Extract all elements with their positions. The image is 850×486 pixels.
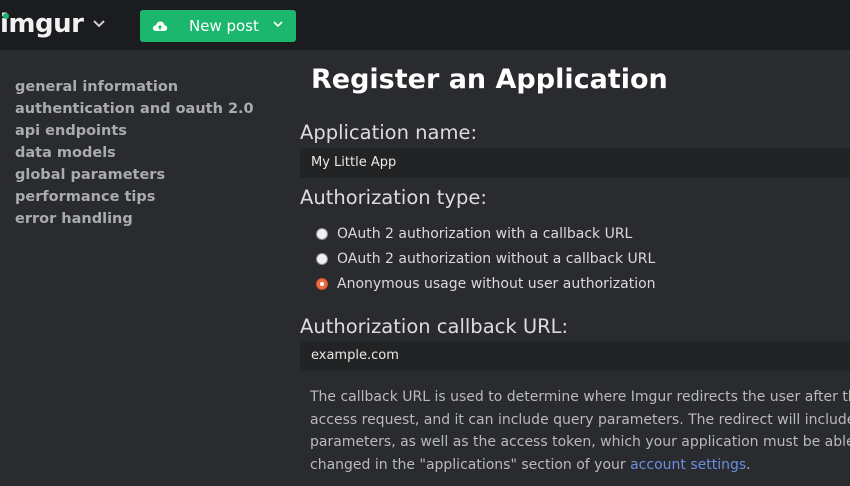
radio-anonymous[interactable] [316,278,328,290]
callback-help-text: The callback URL is used to determine wh… [310,386,850,476]
account-settings-link[interactable]: account settings [630,457,746,473]
logo-chevron-icon[interactable] [93,17,106,32]
imgur-logo[interactable]: imgur [0,8,106,40]
auth-option-oauth-callback[interactable]: OAuth 2 authorization with a callback UR… [316,226,632,242]
auth-option-anonymous[interactable]: Anonymous usage without user authorizati… [316,276,656,292]
help-line: parameters, as well as the access token,… [310,434,850,450]
help-line: changed in the "applications" section of… [310,454,850,477]
sidebar-item-authentication[interactable]: authentication and oauth 2.0 [15,98,285,120]
help-line: The callback URL is used to determine wh… [310,389,850,405]
auth-option-label: OAuth 2 authorization with a callback UR… [337,226,633,242]
logo-dot [3,13,9,19]
sidebar-item-data-models[interactable]: data models [15,142,285,164]
help-line-prefix: changed in the "applications" section of… [310,456,631,473]
app-name-label: Application name: [300,121,478,144]
sidebar-item-error-handling[interactable]: error handling [15,208,285,230]
sidebar-item-performance-tips[interactable]: performance tips [15,186,285,208]
help-line: access request, and it can include query… [310,411,850,428]
sidebar-item-global-parameters[interactable]: global parameters [15,164,285,186]
logo-text: imgur [0,9,84,39]
register-form: Register an Application Application name… [300,0,850,486]
callback-url-label: Authorization callback URL: [300,315,569,338]
new-post-button[interactable]: New post [140,10,296,42]
radio-oauth-no-callback[interactable] [316,253,328,265]
callback-url-input[interactable] [300,341,850,371]
chevron-down-icon[interactable] [273,18,283,31]
auth-option-oauth-no-callback[interactable]: OAuth 2 authorization without a callback… [316,251,655,267]
auth-option-label: OAuth 2 authorization without a callback… [337,251,656,267]
auth-option-label: Anonymous usage without user authorizati… [337,276,656,292]
help-line-suffix: . [746,456,751,473]
radio-oauth-callback[interactable] [316,228,328,240]
app-name-input[interactable] [300,148,850,178]
sidebar-item-general-information[interactable]: general information [15,76,285,98]
cloud-upload-icon [152,19,168,33]
new-post-label: New post [189,17,259,35]
auth-type-label: Authorization type: [300,186,487,209]
page-title: Register an Application [311,64,668,95]
docs-sidebar: general information authentication and o… [15,76,285,230]
sidebar-item-api-endpoints[interactable]: api endpoints [15,120,285,142]
